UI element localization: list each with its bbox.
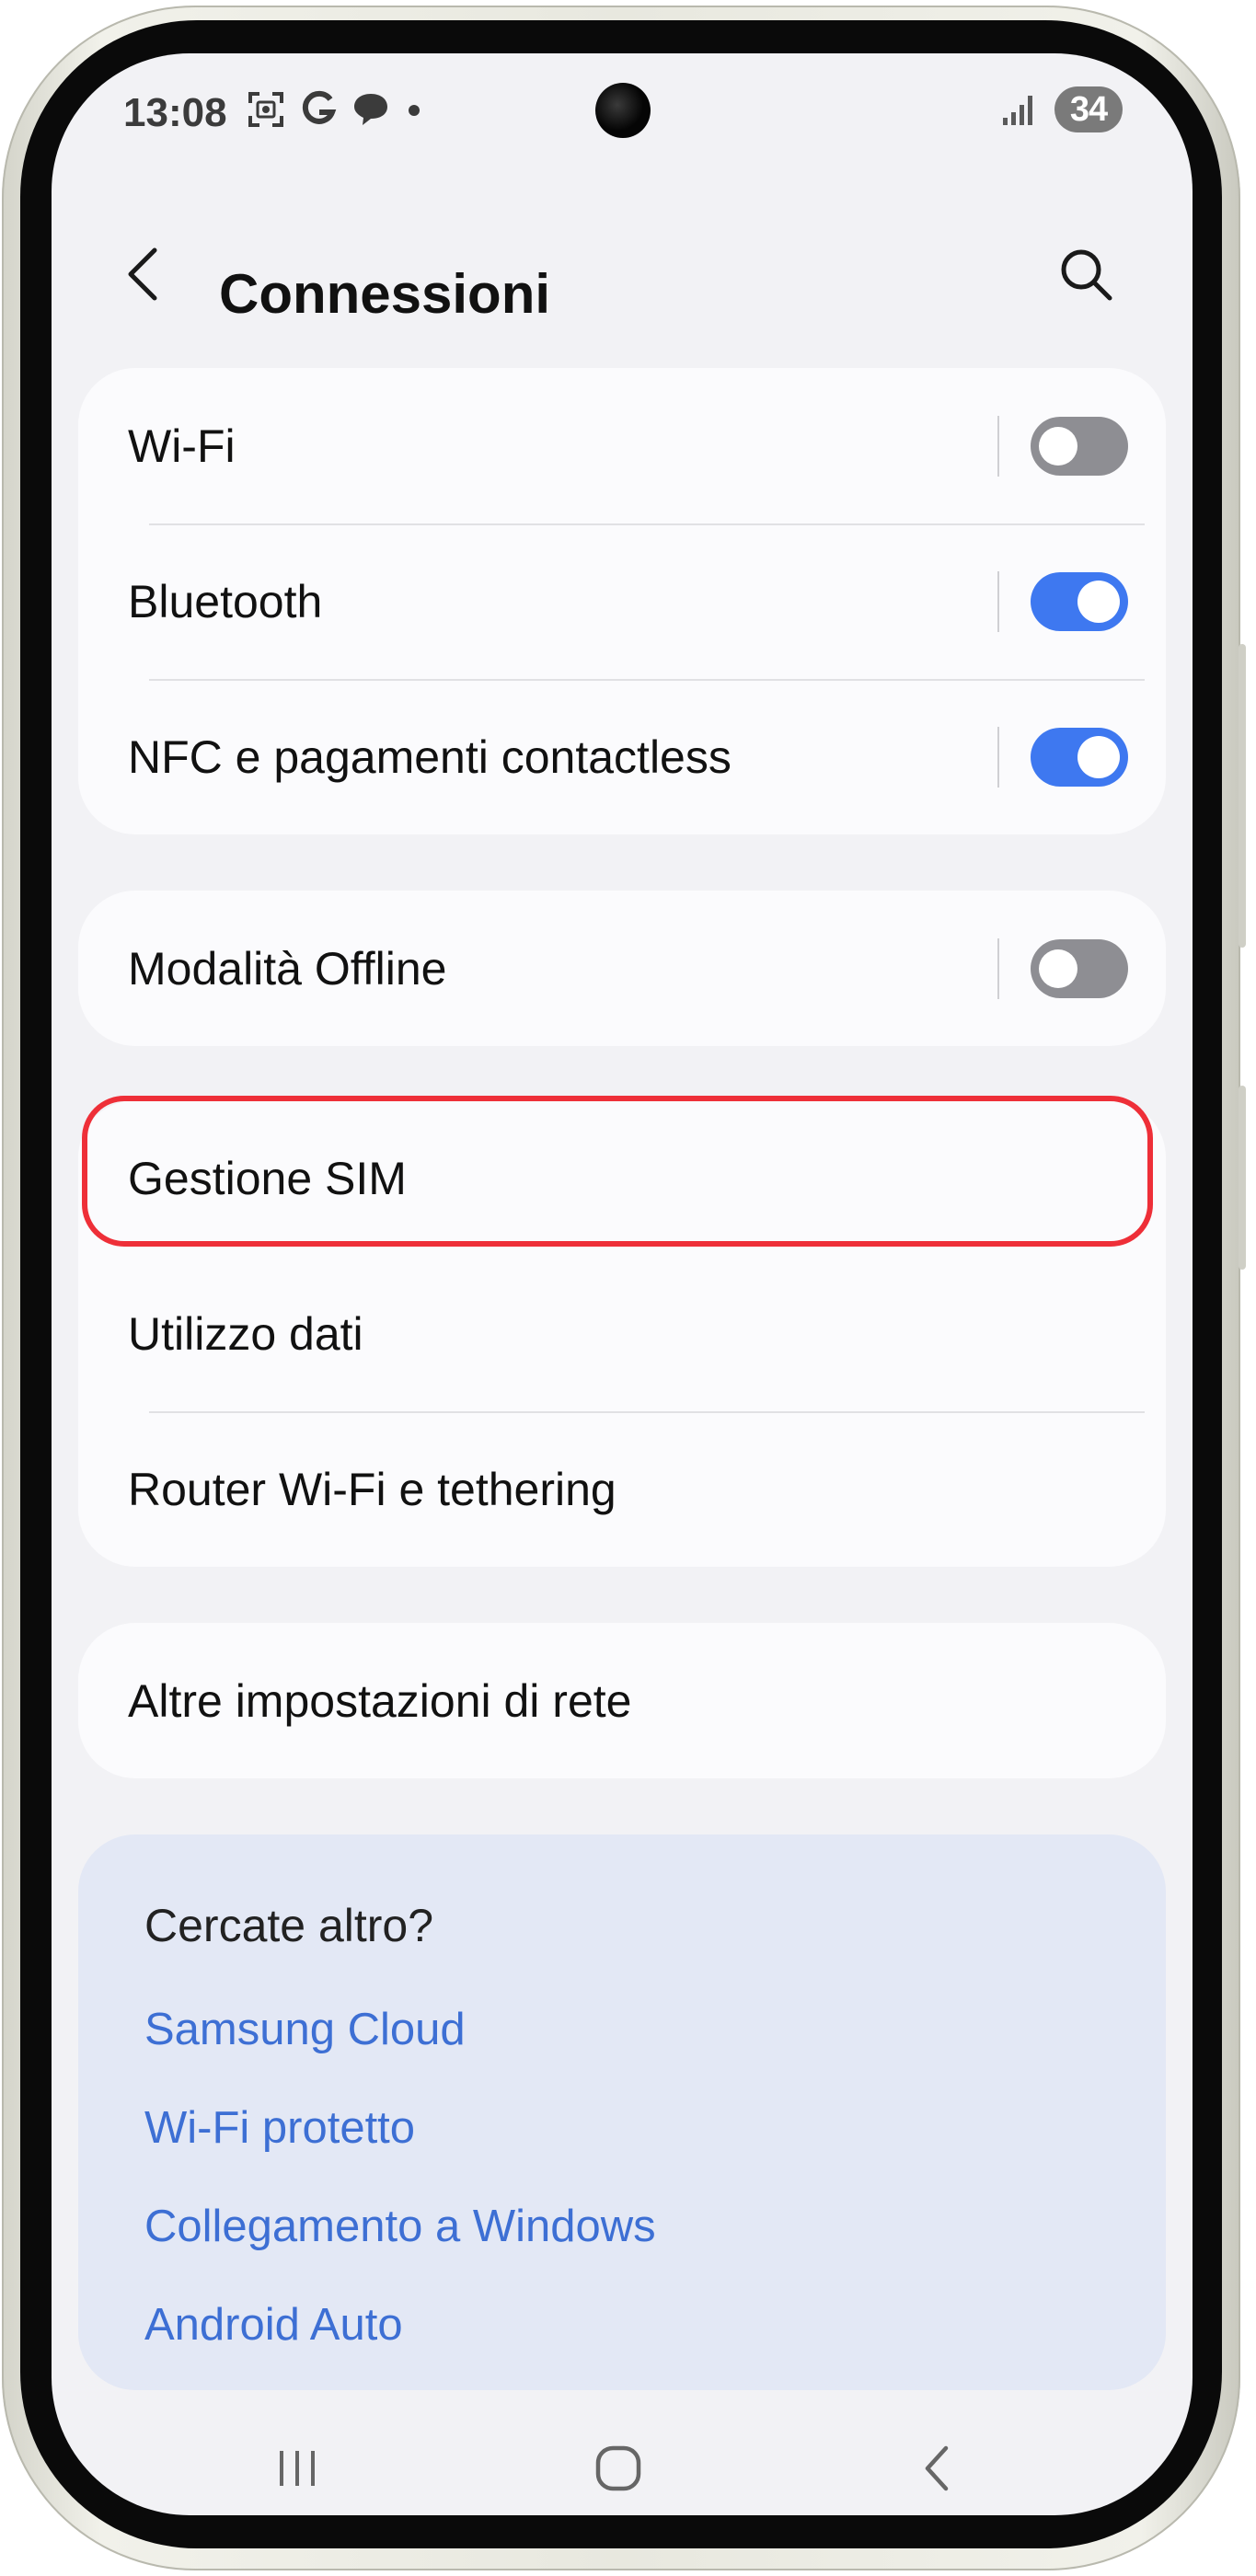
suggestion-link-link-to-windows[interactable]: Collegamento a Windows bbox=[144, 2201, 656, 2252]
google-icon bbox=[302, 90, 337, 124]
power-button bbox=[1239, 1086, 1246, 1270]
navigation-bar bbox=[52, 2418, 1193, 2510]
battery-indicator: 34 bbox=[1054, 86, 1123, 132]
front-camera bbox=[595, 83, 651, 138]
status-bar: 13:08 34 bbox=[52, 53, 1193, 173]
highlight-box bbox=[82, 1096, 1153, 1247]
row-label: Router Wi-Fi e tethering bbox=[128, 1463, 616, 1515]
wireless-card: Wi-Fi Bluetooth NFC e pagamenti contactl… bbox=[78, 368, 1166, 834]
offline-mode-toggle[interactable] bbox=[1031, 938, 1128, 998]
notification-dot-icon bbox=[409, 105, 420, 116]
page-title: Connessioni bbox=[219, 263, 551, 325]
row-label: Bluetooth bbox=[128, 575, 323, 627]
nfc-toggle[interactable] bbox=[1031, 727, 1128, 787]
home-button[interactable] bbox=[582, 2436, 655, 2501]
more-settings-card: Altre impostazioni di rete bbox=[78, 1623, 1166, 1778]
more-network-settings-row[interactable]: Altre impostazioni di rete bbox=[78, 1623, 1166, 1778]
home-icon bbox=[595, 2445, 641, 2491]
row-separator bbox=[997, 570, 999, 632]
recent-apps-button[interactable] bbox=[260, 2436, 334, 2501]
offline-mode-row[interactable]: Modalità Offline bbox=[78, 891, 1166, 1046]
search-icon bbox=[1061, 249, 1112, 301]
data-usage-row[interactable]: Utilizzo dati bbox=[78, 1256, 1166, 1411]
back-button[interactable] bbox=[125, 237, 180, 311]
row-label: Wi-Fi bbox=[128, 420, 236, 472]
volume-button bbox=[1239, 644, 1246, 948]
wifi-row[interactable]: Wi-Fi bbox=[78, 368, 1166, 523]
row-label: Altre impostazioni di rete bbox=[128, 1674, 632, 1727]
toggle-knob bbox=[1077, 580, 1120, 623]
toggle-knob bbox=[1039, 426, 1077, 466]
offline-card: Modalità Offline bbox=[78, 891, 1166, 1046]
row-separator bbox=[997, 726, 999, 788]
bluetooth-toggle[interactable] bbox=[1031, 571, 1128, 631]
search-button[interactable] bbox=[1054, 243, 1119, 307]
suggestion-link-secure-wifi[interactable]: Wi-Fi protetto bbox=[144, 2102, 415, 2154]
row-label: NFC e pagamenti contactless bbox=[128, 730, 732, 783]
recent-apps-icon bbox=[280, 2451, 315, 2486]
suggestion-link-android-auto[interactable]: Android Auto bbox=[144, 2299, 403, 2351]
back-icon bbox=[925, 2445, 949, 2491]
nfc-row[interactable]: NFC e pagamenti contactless bbox=[78, 679, 1166, 834]
nav-back-button[interactable] bbox=[900, 2436, 974, 2501]
wifi-toggle[interactable] bbox=[1031, 416, 1128, 476]
hotspot-tethering-row[interactable]: Router Wi-Fi e tethering bbox=[78, 1411, 1166, 1567]
row-label: Modalità Offline bbox=[128, 942, 447, 995]
toggle-knob bbox=[1077, 735, 1120, 778]
bluetooth-row[interactable]: Bluetooth bbox=[78, 523, 1166, 679]
chat-bubble-icon bbox=[354, 94, 387, 125]
status-time: 13:08 bbox=[123, 90, 227, 135]
battery-level: 34 bbox=[1069, 89, 1108, 129]
screen: 13:08 34 Connessioni Wi-Fi Bluetooth NFC… bbox=[52, 53, 1193, 2515]
row-separator bbox=[997, 415, 999, 477]
chevron-left-icon bbox=[128, 247, 157, 301]
row-label: Utilizzo dati bbox=[128, 1307, 363, 1360]
suggestion-link-samsung-cloud[interactable]: Samsung Cloud bbox=[144, 2004, 466, 2055]
suggestions-title: Cercate altro? bbox=[144, 1900, 434, 1951]
screenshot-icon bbox=[248, 92, 283, 127]
toggle-knob bbox=[1039, 949, 1077, 988]
status-icons bbox=[247, 90, 423, 129]
signal-icon bbox=[1003, 96, 1032, 125]
suggestions-card: Cercate altro? Samsung Cloud Wi-Fi prote… bbox=[78, 1834, 1166, 2390]
row-separator bbox=[997, 937, 999, 999]
